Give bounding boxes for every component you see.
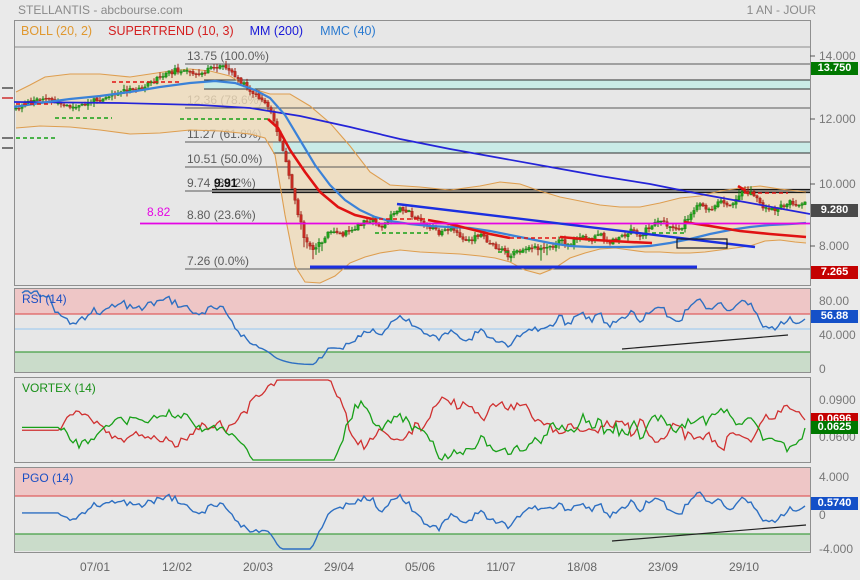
fib-level-label: 12.36 (78.6%) — [187, 93, 262, 107]
fib-level-label: 11.27 (61.8%) — [187, 127, 262, 141]
indicator-legend: BOLL (20, 2) SUPERTREND (10, 3) MM (200)… — [15, 22, 376, 40]
legend-supertrend[interactable]: SUPERTREND (10, 3) — [108, 24, 234, 38]
fib-level-label: 10.51 (50.0%) — [187, 152, 262, 166]
legend-boll[interactable]: BOLL (20, 2) — [21, 24, 92, 38]
fib-level-label: 13.75 (100.0%) — [187, 49, 269, 63]
legend-mm200[interactable]: MM (200) — [250, 24, 303, 38]
vortex-panel-title: VORTEX (14) — [22, 381, 96, 395]
legend-mmc40[interactable]: MMC (40) — [320, 24, 376, 38]
pgo-panel-title: PGO (14) — [22, 471, 73, 485]
chart-underlay-labels: 13.75 (100.0%) 12.36 (78.6%) 11.27 (61.8%)… — [0, 0, 860, 580]
fib-level-label: 7.26 (0.0%) — [187, 254, 249, 268]
drawn-level-label: 9.91 — [214, 176, 237, 190]
rsi-panel-title: RSI (14) — [22, 292, 67, 306]
fib-level-label: 8.80 (23.6%) — [187, 208, 256, 222]
alert-level-label: 8.82 — [147, 205, 170, 219]
